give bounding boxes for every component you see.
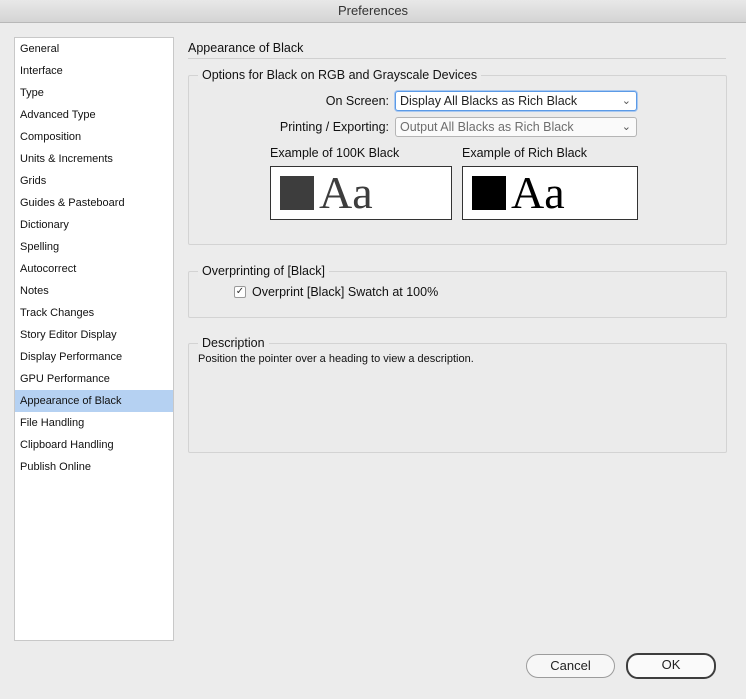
sidebar-item-advanced-type[interactable]: Advanced Type	[15, 104, 173, 126]
black-100k-square	[280, 176, 314, 210]
on-screen-select[interactable]: Display All Blacks as Rich Black ⌄	[395, 91, 637, 111]
on-screen-label: On Screen:	[325, 94, 389, 108]
ok-button[interactable]: OK	[626, 653, 716, 679]
sidebar-item-appearance-of-black[interactable]: Appearance of Black	[15, 390, 173, 412]
title-divider	[188, 58, 726, 59]
sidebar-item-display-performance[interactable]: Display Performance	[15, 346, 173, 368]
chevron-down-icon: ⌄	[621, 121, 631, 133]
overprint-black-checkbox-label: Overprint [Black] Swatch at 100%	[252, 285, 439, 299]
sidebar-item-general[interactable]: General	[15, 38, 173, 60]
preferences-sidebar: General Interface Type Advanced Type Composi…	[14, 37, 174, 641]
example-100k-swatch: Aa	[270, 166, 452, 220]
printing-exporting-label: Printing / Exporting:	[279, 120, 389, 134]
options-group-label: Options for Black on RGB and Grayscale D…	[198, 68, 482, 82]
sidebar-item-file-handling[interactable]: File Handling	[15, 412, 173, 434]
sample-text-rich-black: Aa	[511, 167, 565, 218]
sidebar-item-notes[interactable]: Notes	[15, 280, 173, 302]
sidebar-item-story-editor-display[interactable]: Story Editor Display	[15, 324, 173, 346]
rich-black-square	[472, 176, 506, 210]
sidebar-item-spelling[interactable]: Spelling	[15, 236, 173, 258]
example-rich-black-label: Example of Rich Black	[462, 146, 588, 160]
section-title: Appearance of Black	[188, 41, 304, 55]
printing-exporting-select[interactable]: Output All Blacks as Rich Black ⌄	[395, 117, 637, 137]
overprint-group-label: Overprinting of [Black]	[198, 264, 329, 278]
sidebar-item-track-changes[interactable]: Track Changes	[15, 302, 173, 324]
sidebar-list: General Interface Type Advanced Type Composi…	[15, 38, 173, 478]
sidebar-item-type[interactable]: Type	[15, 82, 173, 104]
cancel-button[interactable]: Cancel	[526, 654, 615, 678]
sidebar-item-guides-and-pasteboard[interactable]: Guides & Pasteboard	[15, 192, 173, 214]
sidebar-item-publish-online[interactable]: Publish Online	[15, 456, 173, 478]
sidebar-item-autocorrect[interactable]: Autocorrect	[15, 258, 173, 280]
sidebar-item-grids[interactable]: Grids	[15, 170, 173, 192]
example-rich-black-swatch: Aa	[462, 166, 638, 220]
sample-text-100k: Aa	[319, 167, 373, 218]
sidebar-item-clipboard-handling[interactable]: Clipboard Handling	[15, 434, 173, 456]
sidebar-item-dictionary[interactable]: Dictionary	[15, 214, 173, 236]
description-text: Position the pointer over a heading to v…	[198, 353, 474, 365]
on-screen-select-value: Display All Blacks as Rich Black	[400, 94, 578, 108]
window-title: Preferences	[0, 0, 746, 23]
sidebar-item-interface[interactable]: Interface	[15, 60, 173, 82]
printing-exporting-select-value: Output All Blacks as Rich Black	[400, 120, 574, 134]
sidebar-item-units-and-increments[interactable]: Units & Increments	[15, 148, 173, 170]
chevron-down-icon: ⌄	[621, 95, 631, 107]
sidebar-item-gpu-performance[interactable]: GPU Performance	[15, 368, 173, 390]
example-100k-label: Example of 100K Black	[270, 146, 400, 160]
sidebar-item-composition[interactable]: Composition	[15, 126, 173, 148]
overprint-black-checkbox[interactable]: ✓	[234, 286, 246, 298]
description-group-label: Description	[198, 336, 269, 350]
